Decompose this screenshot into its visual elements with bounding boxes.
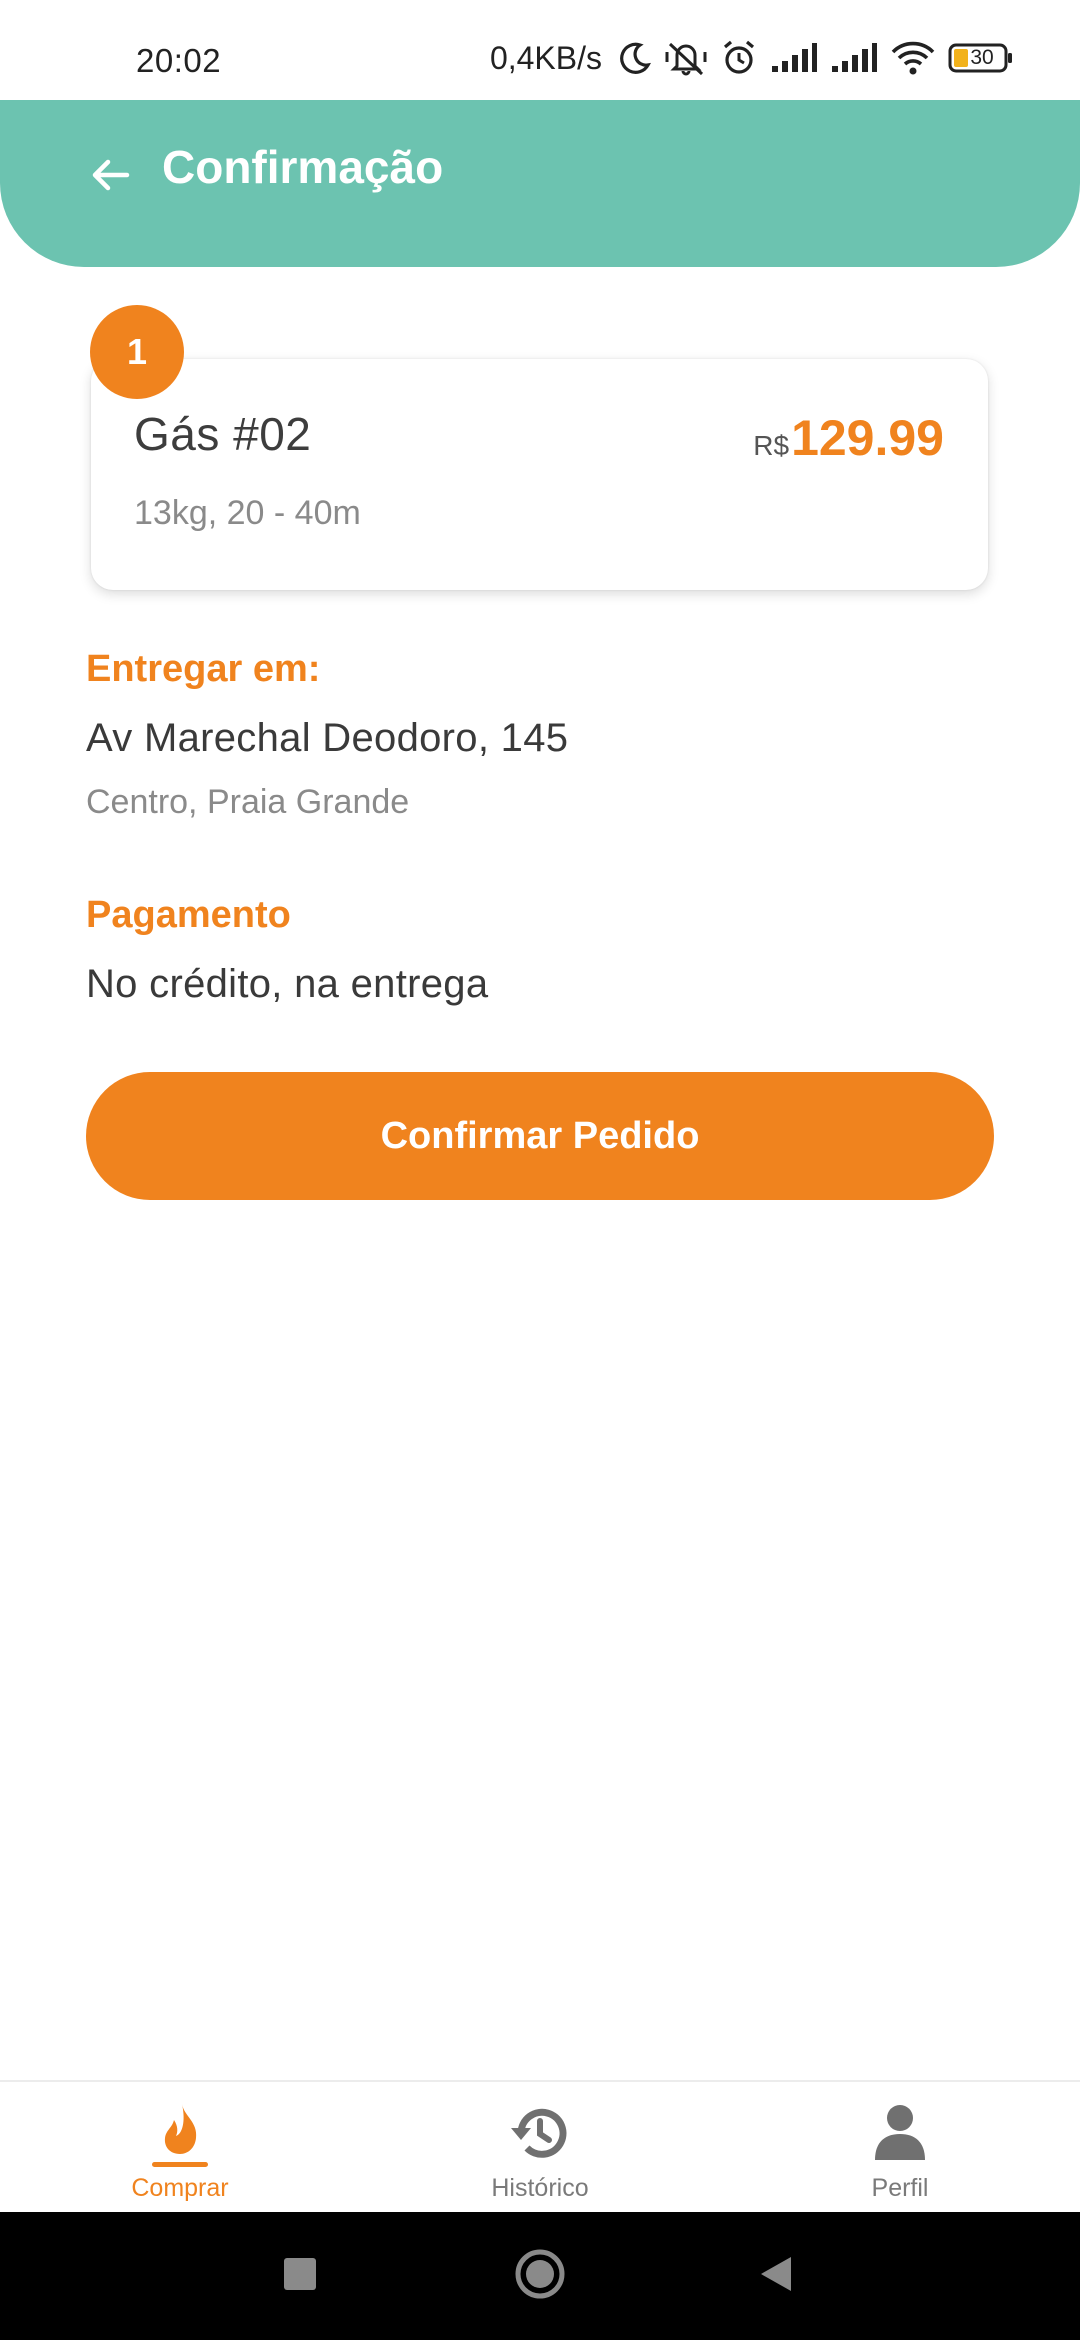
confirm-order-button[interactable]: Confirmar Pedido: [86, 1072, 994, 1200]
net-speed: 0,4KB/s: [489, 39, 602, 76]
price: R$ 129.99: [753, 409, 944, 467]
status-bar: 20:02 0,4KB/s 30: [0, 0, 1080, 100]
delivery-neighborhood: Centro, Praia Grande: [86, 783, 410, 821]
nav-item-historico[interactable]: Histórico: [360, 2082, 720, 2212]
bottom-nav: Comprar Histórico Perfil: [0, 2080, 1080, 2212]
system-nav-bar: [0, 2212, 1080, 2340]
quantity-badge: 1: [90, 305, 184, 399]
nav-label-comprar: Comprar: [131, 2174, 229, 2202]
alarm-icon: [720, 39, 758, 77]
nav-item-perfil[interactable]: Perfil: [720, 2082, 1080, 2212]
price-value: 129.99: [791, 410, 944, 466]
order-item-card: Gás #02 13kg, 20 - 40m R$ 129.99: [91, 359, 988, 590]
signal-icon: [830, 42, 878, 74]
wifi-icon: [890, 40, 936, 76]
back-button[interactable]: [84, 150, 138, 204]
arrow-left-icon: [91, 157, 131, 198]
flame-icon: [158, 2102, 202, 2167]
battery-level: 30: [970, 46, 994, 69]
mute-icon: [664, 40, 708, 76]
nav-label-historico: Histórico: [491, 2174, 589, 2202]
app-header: Confirmação: [0, 100, 1080, 267]
status-icons: 0,4KB/s 30: [490, 38, 1014, 78]
price-currency: R$: [753, 430, 790, 461]
page-title: Confirmação: [162, 141, 444, 193]
signal-icon: [770, 42, 818, 74]
recents-button[interactable]: [282, 2256, 318, 2297]
delivery-label: Entregar em:: [86, 648, 321, 690]
nav-item-comprar[interactable]: Comprar: [0, 2082, 360, 2212]
product-details: 13kg, 20 - 40m: [134, 494, 361, 532]
delivery-address: Av Marechal Deodoro, 145: [86, 716, 569, 760]
moon-icon: [618, 41, 652, 75]
payment-label: Pagamento: [86, 894, 291, 936]
person-icon: [873, 2102, 927, 2167]
status-time: 20:02: [136, 42, 222, 79]
payment-method: No crédito, na entrega: [86, 962, 489, 1006]
confirmation-screen: 20:02 0,4KB/s 30 Confirmação Gás #02 13k…: [0, 0, 1080, 2340]
product-name: Gás #02: [134, 408, 312, 460]
home-button[interactable]: [514, 2248, 566, 2305]
active-indicator: [152, 2162, 208, 2167]
back-nav-button[interactable]: [758, 2254, 794, 2299]
history-icon: [509, 2102, 571, 2169]
battery-icon: 30: [948, 42, 1014, 74]
nav-label-perfil: Perfil: [871, 2174, 929, 2202]
